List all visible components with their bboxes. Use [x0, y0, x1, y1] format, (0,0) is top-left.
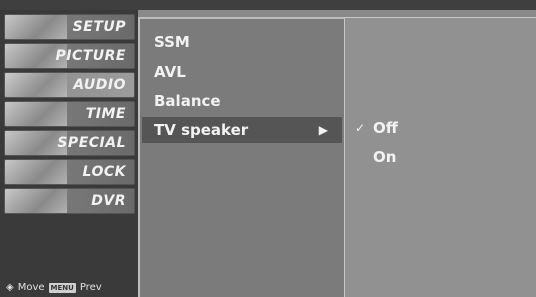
top-bar — [0, 0, 536, 10]
setup-icon — [5, 15, 67, 39]
lock-icon — [5, 160, 67, 184]
menu-item-label: TV speaker — [154, 121, 249, 139]
sidebar-item-dvr[interactable]: DVR — [4, 188, 135, 214]
sidebar-item-label: AUDIO — [73, 77, 126, 93]
tv-speaker-options-panel: ✓ Off On — [344, 17, 536, 297]
sidebar-item-picture[interactable]: PICTURE — [4, 43, 135, 69]
option-on[interactable]: On — [373, 148, 396, 166]
sidebar-item-label: TIME — [85, 106, 126, 122]
sidebar-item-label: SETUP — [72, 19, 126, 35]
footer-hint: ◈ Move MENU Prev — [6, 282, 102, 293]
sidebar-item-label: DVR — [91, 193, 126, 209]
menu-item-avl[interactable]: AVL — [154, 63, 186, 81]
sidebar-item-audio[interactable]: AUDIO — [4, 72, 135, 98]
sidebar-item-label: SPECIAL — [57, 135, 126, 151]
move-icon: ◈ — [6, 282, 14, 293]
disc-icon — [5, 189, 67, 213]
menu-key-icon: MENU — [48, 282, 76, 293]
option-off[interactable]: Off — [373, 119, 398, 137]
move-label: Move — [17, 282, 45, 293]
sidebar-item-time[interactable]: TIME — [4, 101, 135, 127]
audio-icon — [5, 73, 67, 97]
clock-icon — [5, 102, 67, 126]
sidebar-item-setup[interactable]: SETUP — [4, 14, 135, 40]
audio-menu-panel: SSM AVL Balance TV speaker ▶ — [138, 17, 344, 297]
right-arrow-icon: ▶ — [318, 123, 328, 137]
check-icon: ✓ — [355, 121, 366, 135]
prev-label: Prev — [79, 282, 102, 293]
sidebar-item-label: LOCK — [82, 164, 126, 180]
menu-item-tv-speaker[interactable]: TV speaker ▶ — [142, 117, 342, 143]
main-menu-sidebar: SETUP PICTURE AUDIO TIME SPECIAL LOCK DV… — [0, 10, 138, 297]
sidebar-item-lock[interactable]: LOCK — [4, 159, 135, 185]
menu-item-balance[interactable]: Balance — [154, 92, 221, 110]
menu-item-ssm[interactable]: SSM — [154, 33, 190, 51]
sidebar-item-label: PICTURE — [55, 48, 126, 64]
sidebar-item-special[interactable]: SPECIAL — [4, 130, 135, 156]
